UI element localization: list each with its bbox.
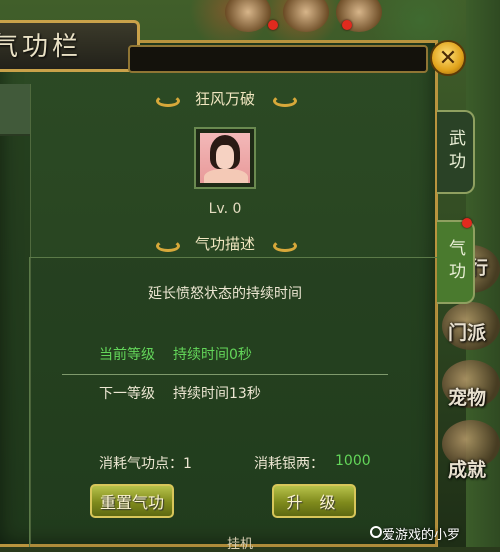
close-button[interactable]: ✕ [430, 40, 466, 76]
silver-cost-label: 消耗银两： [254, 456, 324, 472]
tab-qigong[interactable]: 气功 [437, 220, 475, 304]
side-menu-label-sect[interactable]: 门派 [448, 318, 486, 345]
auto-battle-tab[interactable]: 挂机 [200, 533, 280, 552]
divider [62, 374, 388, 375]
close-icon: ✕ [438, 45, 458, 71]
ornament-icon [273, 240, 297, 252]
side-menu-label-pet[interactable]: 宠物 [448, 383, 486, 410]
reset-qigong-button[interactable]: 重置气功 [90, 484, 174, 518]
tab-label: 气功 [445, 239, 465, 285]
notification-dot [462, 218, 472, 228]
panel-title: 气功栏 [0, 32, 83, 62]
watermark: 爱游戏的小罗 [382, 528, 461, 543]
ornament-icon [273, 95, 297, 107]
next-level-label: 下一等级 [99, 386, 155, 402]
qi-point-cost: 消耗气功点：1 [99, 456, 192, 472]
skill-portrait[interactable] [194, 127, 256, 189]
current-level-label: 当前等级 [99, 347, 155, 363]
watermark-icon [370, 526, 382, 538]
current-level-value: 持续时间0秒 [173, 347, 252, 363]
character-avatar [200, 133, 250, 183]
tab-wugong[interactable]: 武功 [437, 110, 475, 194]
skill-list [0, 84, 31, 544]
skill-level: Lv. 0 [208, 201, 242, 217]
notification-dot [342, 20, 352, 30]
notification-dot [268, 20, 278, 30]
skill-description: 延长愤怒状态的持续时间 [148, 286, 302, 302]
next-level-value: 持续时间13秒 [173, 386, 261, 402]
upgrade-button[interactable]: 升 级 [272, 484, 356, 518]
title-bar [128, 45, 428, 73]
silver-cost-value: 1000 [335, 453, 371, 469]
list-item[interactable] [0, 84, 30, 136]
side-menu-label-achievement[interactable]: 成就 [448, 455, 486, 482]
tab-label: 武功 [445, 129, 465, 175]
